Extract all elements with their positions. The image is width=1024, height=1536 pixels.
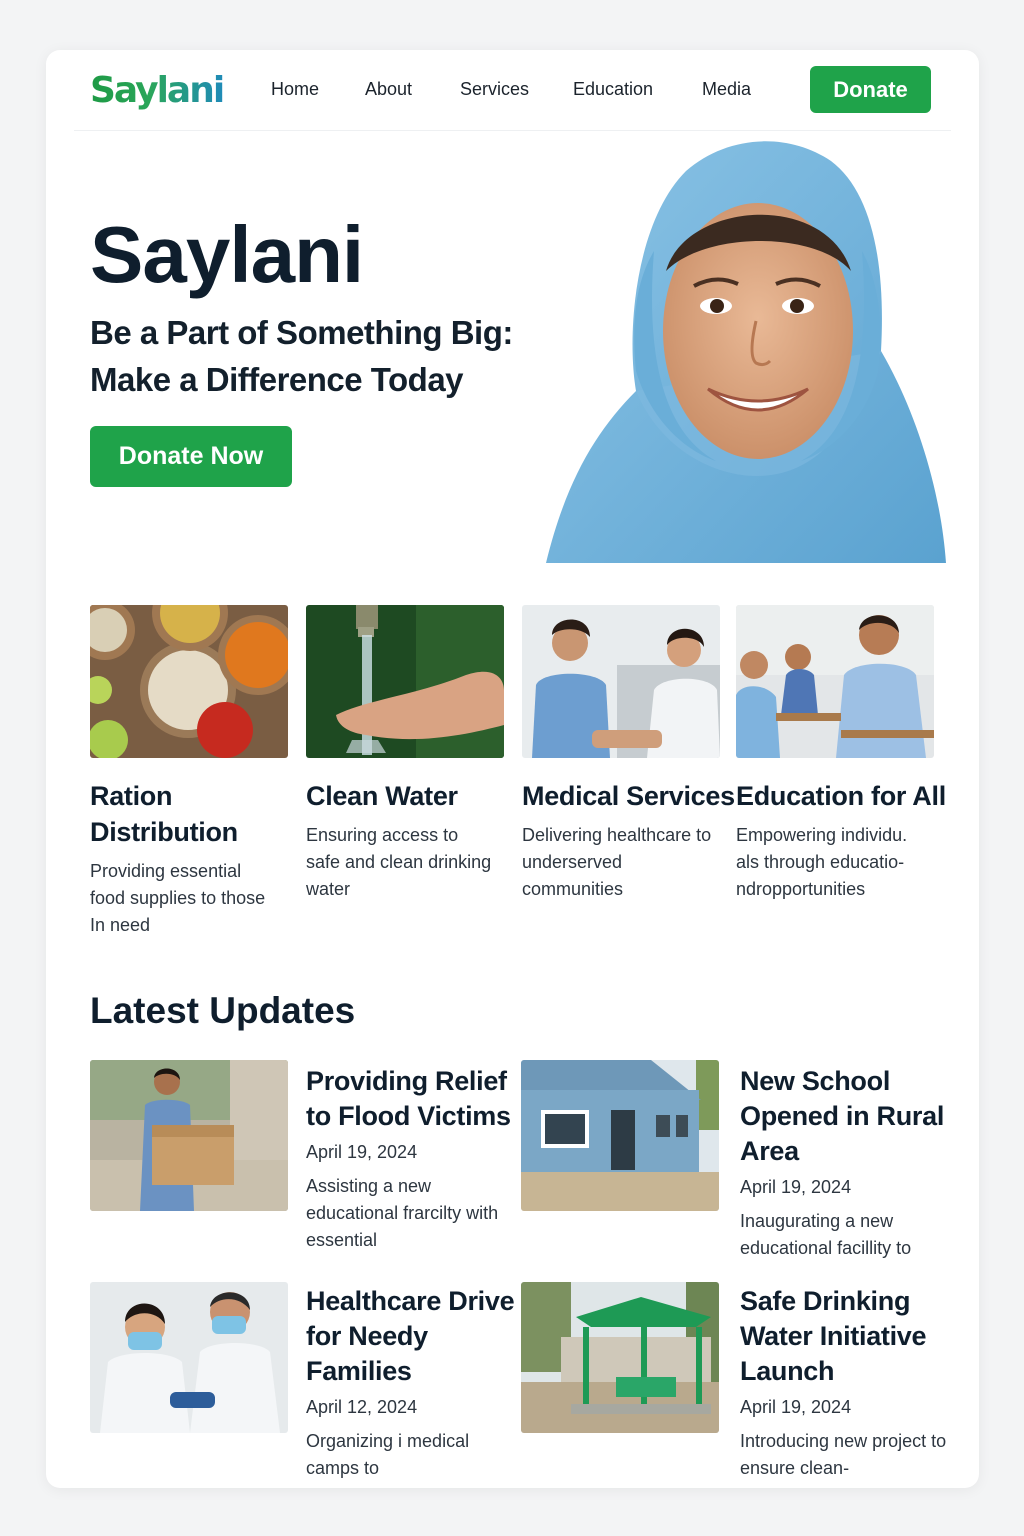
update-date: April 19, 2024 [306, 1142, 418, 1162]
hero-section: Saylani Be a Part of Something Big: Make… [46, 131, 979, 563]
service-card-medical[interactable]: Medical Services Delivering healthcare t… [522, 605, 735, 903]
girl-in-blue-hijab-photo [546, 141, 946, 563]
top-navigation: Saylani Home About Services Education Me… [46, 50, 979, 130]
nav-link-education[interactable]: Education [573, 79, 653, 100]
update-title[interactable]: Healthcare Drive for Needy Families [306, 1284, 516, 1389]
service-title: Education for All [736, 781, 946, 811]
grains-and-apples-photo [90, 605, 288, 758]
service-description: Ensuring access to safe and clean drinki… [306, 825, 492, 899]
hero-subtitle: Be a Part of Something Big: Make a Diffe… [90, 309, 550, 403]
update-item-new-school[interactable]: New School Opened in Rural Area April 19… [740, 1064, 950, 1262]
hero-title: Saylani [90, 210, 364, 299]
masked-doctors-photo[interactable] [90, 1282, 288, 1433]
update-date: April 12, 2024 [306, 1397, 418, 1417]
service-title: Clean Water [306, 781, 458, 811]
blue-school-building-photo[interactable] [521, 1060, 719, 1211]
update-item-safe-water[interactable]: Safe Drinking Water Initiative Launch Ap… [740, 1284, 950, 1482]
service-description: Delivering healthcare to underserved com… [522, 825, 712, 899]
nav-link-home[interactable]: Home [271, 79, 319, 100]
nav-link-media[interactable]: Media [702, 79, 751, 100]
service-title: Medical Services [522, 781, 735, 811]
nav-donate-button[interactable]: Donate [810, 66, 931, 113]
update-title[interactable]: New School Opened in Rural Area [740, 1064, 950, 1169]
service-description: Empowering individu. als through educati… [736, 825, 908, 899]
page-card: Saylani Home About Services Education Me… [46, 50, 979, 1488]
latest-updates-heading: Latest Updates [90, 990, 356, 1031]
nav-link-services[interactable]: Services [460, 79, 529, 100]
update-item-healthcare-drive[interactable]: Healthcare Drive for Needy Families Apri… [306, 1284, 516, 1482]
update-date: April 19, 2024 [740, 1397, 852, 1417]
nav-link-about[interactable]: About [365, 79, 412, 100]
update-description: Organizing i medical camps to [306, 1431, 470, 1478]
service-description: Providing essential food supplies to tho… [90, 861, 266, 935]
service-card-clean-water[interactable]: Clean Water Ensuring access to safe and … [306, 605, 504, 903]
update-title[interactable]: Providing Relief to Flood Victims [306, 1064, 516, 1134]
service-title-line-2: Distribution [90, 817, 238, 847]
update-item-flood-relief[interactable]: Providing Relief to Flood Victims April … [306, 1064, 516, 1254]
update-date: April 19, 2024 [740, 1177, 852, 1197]
hands-under-tap-photo [306, 605, 504, 758]
update-title[interactable]: Safe Drinking Water Initiative Launch [740, 1284, 950, 1389]
hero-subtitle-line-1: Be a Part of Something Big: [90, 314, 513, 351]
service-title-line-1: Ration [90, 781, 173, 811]
update-description: Inaugurating a new educational facillity… [740, 1211, 912, 1258]
boy-carrying-box-photo[interactable] [90, 1060, 288, 1211]
service-card-ration[interactable]: Ration Distribution Providing essential … [90, 605, 288, 939]
green-water-shelter-photo[interactable] [521, 1282, 719, 1433]
saylani-logo[interactable]: Saylani [90, 70, 225, 111]
teacher-and-students-photo [736, 605, 934, 758]
donate-now-button[interactable]: Donate Now [90, 426, 292, 487]
update-description: Assisting a new educational frarcilty wi… [306, 1176, 499, 1250]
service-title: Ration Distribution [90, 778, 288, 850]
hero-subtitle-line-2: Make a Difference Today [90, 361, 464, 398]
update-description: Introducing new project to ensure clean- [740, 1431, 947, 1478]
nurse-and-patient-photo [522, 605, 720, 758]
service-card-education[interactable]: Education for All Empowering individu. a… [736, 605, 946, 903]
